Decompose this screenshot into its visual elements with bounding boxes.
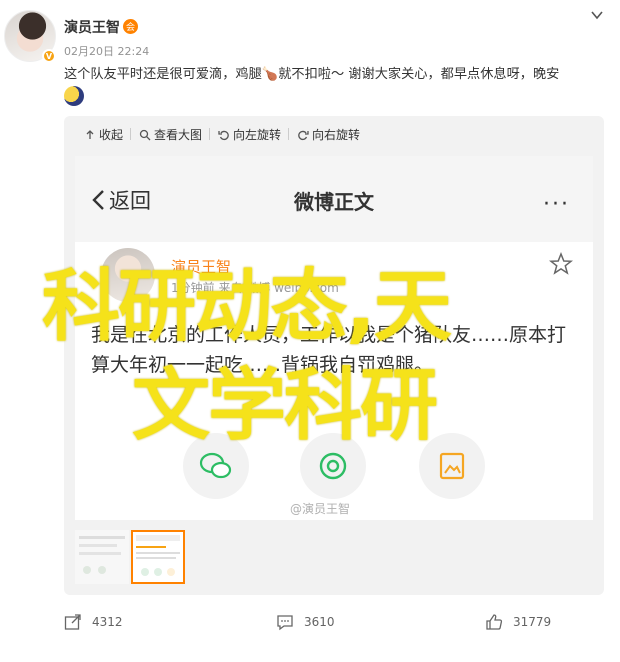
rotate-left-label: 向左旋转	[233, 128, 282, 142]
screenshot-navbar: 返回 微博正文 ···	[75, 156, 593, 242]
comment-button[interactable]: 3610	[276, 613, 335, 631]
rotate-left-button[interactable]: 向左旋转	[218, 126, 281, 143]
rotate-right-button[interactable]: 向右旋转	[297, 126, 360, 143]
share-icon	[64, 614, 81, 630]
post-time[interactable]: 02月20日 22:24	[64, 43, 149, 59]
collapse-label: 收起	[99, 128, 124, 142]
repost-button[interactable]: 4312	[64, 613, 123, 631]
rotate-left-icon	[218, 130, 229, 140]
collapse-button[interactable]: 收起	[84, 126, 123, 143]
chevron-down-icon[interactable]	[590, 8, 604, 22]
view-large-button[interactable]: 查看大图	[139, 126, 202, 143]
thumbnail-2[interactable]	[131, 530, 185, 584]
overlay-headline-line1: 科研动态,天	[42, 262, 452, 352]
divider	[288, 128, 289, 140]
like-button[interactable]: 31779	[485, 613, 551, 631]
rotate-right-icon	[298, 130, 309, 140]
moon-emoji-icon	[64, 86, 84, 106]
author-name[interactable]: 演员王智	[64, 17, 120, 37]
repost-count: 4312	[92, 615, 123, 629]
collapse-icon	[86, 129, 94, 139]
verified-badge: V	[42, 49, 56, 63]
comment-count: 3610	[304, 615, 335, 629]
image-watermark: @演员王智	[290, 502, 351, 516]
post-text: 这个队友平时还是很可爱滴，鸡腿🍗就不扣啦～ 谢谢大家关心，都早点休息呀，晚安	[64, 67, 560, 82]
like-count: 31779	[513, 615, 552, 629]
view-large-label: 查看大图	[154, 128, 203, 142]
star-icon	[549, 252, 573, 275]
overlay-headline-line2: 文学科研	[132, 361, 438, 451]
divider	[209, 128, 210, 140]
rotate-right-label: 向右旋转	[312, 128, 361, 142]
thumbnail-1[interactable]	[75, 530, 129, 584]
more-dots-icon: ···	[543, 192, 570, 217]
member-badge: 会	[123, 19, 138, 34]
screenshot-title: 微博正文	[294, 190, 374, 214]
magnifier-icon	[139, 129, 151, 140]
thumbs-up-icon	[486, 614, 503, 630]
divider	[130, 128, 131, 140]
comment-icon	[277, 615, 293, 631]
